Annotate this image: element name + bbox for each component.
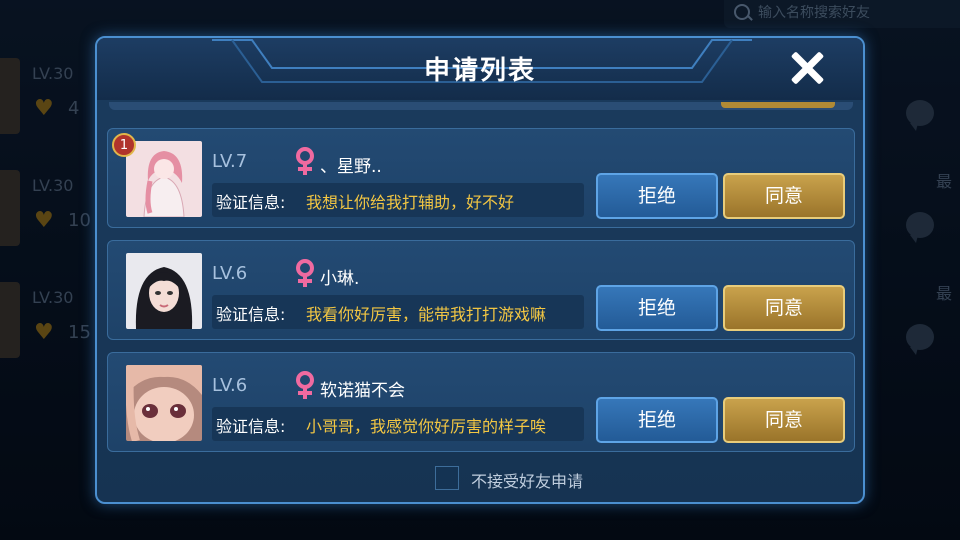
accept-button[interactable]: 同意 [723, 397, 845, 443]
verification-message: 小哥哥，我感觉你好厉害的样子唉 [306, 417, 547, 436]
request-card: 1 LV.7 、星野.. 验证信息: 我想让你给我打辅助，好不好 拒绝 同意 [107, 128, 855, 228]
dialog-title: 申请列表 [423, 56, 536, 86]
verification-label: 验证信息: [216, 305, 286, 324]
friend-request-dialog: 申请列表 1 LV.7 、星野.. 验证信息: 我想让你给我打辅助，好不好 拒绝… [95, 36, 865, 504]
dialog-header: 申请列表 [97, 38, 863, 100]
request-card: LV.6 小琳. 验证信息: 我看你好厉害，能带我打打游戏嘛 拒绝 同意 [107, 240, 855, 340]
level-label: LV.6 [212, 263, 248, 284]
previous-card-edge [109, 102, 853, 110]
reject-button[interactable]: 拒绝 [596, 397, 718, 443]
avatar [126, 365, 202, 441]
close-icon[interactable] [787, 48, 827, 88]
request-card: LV.6 软诺猫不会 验证信息: 小哥哥，我感觉你好厉害的样子唉 拒绝 同意 [107, 352, 855, 452]
player-name: 小琳. [320, 269, 360, 289]
level-label: LV.6 [212, 375, 248, 396]
reject-all-requests-checkbox[interactable] [435, 466, 459, 490]
verification-label: 验证信息: [216, 417, 286, 436]
avatar [126, 141, 202, 217]
level-label: LV.7 [212, 151, 248, 172]
rank-badge: 1 [112, 133, 136, 157]
player-name: 、星野.. [320, 157, 382, 177]
reject-button[interactable]: 拒绝 [596, 173, 718, 219]
reject-all-requests-label: 不接受好友申请 [471, 472, 584, 491]
female-icon [296, 371, 314, 399]
verification-message-box: 验证信息: 小哥哥，我感觉你好厉害的样子唉 [212, 407, 584, 441]
verification-message: 我看你好厉害，能带我打打游戏嘛 [306, 305, 547, 324]
reject-button[interactable]: 拒绝 [596, 285, 718, 331]
avatar [126, 253, 202, 329]
verification-label: 验证信息: [216, 193, 286, 212]
female-icon [296, 147, 314, 175]
accept-button[interactable]: 同意 [723, 173, 845, 219]
verification-message-box: 验证信息: 我看你好厉害，能带我打打游戏嘛 [212, 295, 584, 329]
accept-button[interactable]: 同意 [723, 285, 845, 331]
verification-message: 我想让你给我打辅助，好不好 [306, 193, 515, 212]
verification-message-box: 验证信息: 我想让你给我打辅助，好不好 [212, 183, 584, 217]
female-icon [296, 259, 314, 287]
dialog-footer: 不接受好友申请 [435, 464, 735, 494]
player-name: 软诺猫不会 [320, 381, 405, 401]
